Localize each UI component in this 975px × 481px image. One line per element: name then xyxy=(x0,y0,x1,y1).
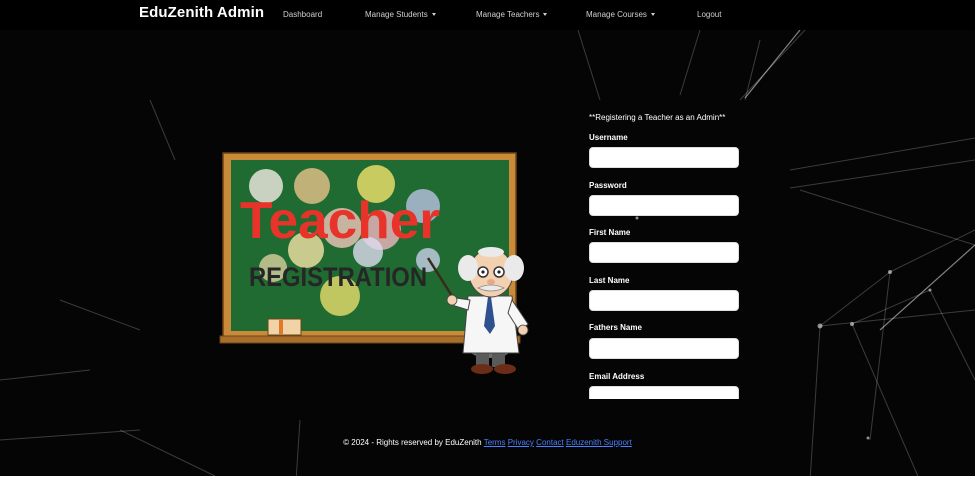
email-address-input[interactable] xyxy=(589,386,739,399)
first-name-input[interactable] xyxy=(589,242,739,263)
password-label: Password xyxy=(589,181,627,190)
username-input[interactable] xyxy=(589,147,739,168)
nav-manage-courses-label: Manage Courses xyxy=(586,10,647,19)
email-address-label: Email Address xyxy=(589,372,645,381)
footer-copyright: © 2024 - Rights reserved by EduZenith xyxy=(343,438,482,447)
teacher-registration-illustration: Teacher REGISTRATION xyxy=(219,152,529,374)
first-name-label: First Name xyxy=(589,228,631,237)
chevron-down-icon xyxy=(431,13,436,16)
nav-dashboard-label: Dashboard xyxy=(283,10,323,19)
chevron-down-icon xyxy=(650,13,655,16)
nav-dashboard[interactable]: Dashboard xyxy=(283,10,322,19)
footer-link-privacy[interactable]: Privacy xyxy=(508,438,534,447)
footer-link-support[interactable]: Eduzenith Support xyxy=(566,438,632,447)
nav-logout[interactable]: Logout xyxy=(697,10,721,19)
last-name-input[interactable] xyxy=(589,290,739,311)
last-name-label: Last Name xyxy=(589,276,630,285)
nav-manage-teachers-label: Manage Teachers xyxy=(476,10,540,19)
nav-manage-students[interactable]: Manage Students xyxy=(365,10,436,19)
nav-logout-label: Logout xyxy=(697,10,722,19)
chevron-down-icon xyxy=(543,13,548,16)
illustration-subtitle: REGISTRATION xyxy=(249,262,427,292)
nav-manage-teachers[interactable]: Manage Teachers xyxy=(476,10,548,19)
teacher-registration-form: **Registering a Teacher as an Admin** Us… xyxy=(589,110,739,399)
illustration-title: Teacher xyxy=(240,192,440,250)
nav-manage-courses[interactable]: Manage Courses xyxy=(586,10,655,19)
password-input[interactable] xyxy=(589,195,739,216)
footer-link-contact[interactable]: Contact xyxy=(536,438,564,447)
page-bottom-edge xyxy=(0,476,975,481)
username-label: Username xyxy=(589,133,628,142)
fathers-name-input[interactable] xyxy=(589,338,739,359)
brand-title[interactable]: EduZenith Admin xyxy=(139,4,264,21)
fathers-name-label: Fathers Name xyxy=(589,323,642,332)
footer-link-terms[interactable]: Terms xyxy=(484,438,506,447)
top-navbar: EduZenith Admin Dashboard Manage Student… xyxy=(0,0,975,30)
page-footer: © 2024 - Rights reserved by EduZenith Te… xyxy=(0,438,975,447)
nav-manage-students-label: Manage Students xyxy=(365,10,428,19)
form-heading: **Registering a Teacher as an Admin** xyxy=(589,113,726,122)
